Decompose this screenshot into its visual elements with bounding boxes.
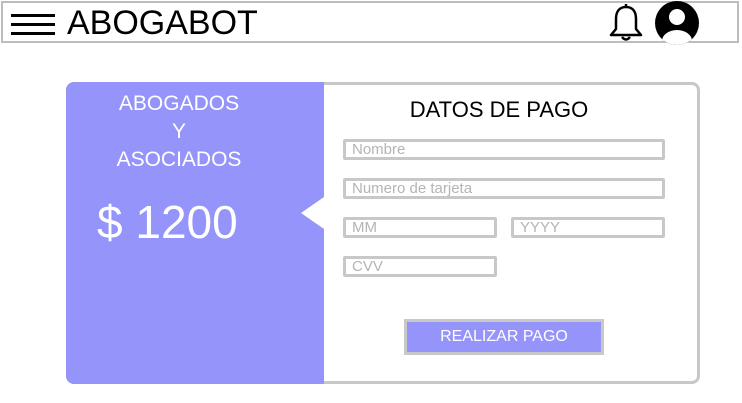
submit-payment-button[interactable]: REALIZAR PAGO [404, 319, 604, 355]
cvv-input[interactable] [343, 256, 497, 277]
price-amount: $ 1200 [97, 196, 238, 248]
expiry-month-input[interactable] [343, 217, 497, 238]
card-number-input[interactable] [343, 178, 665, 199]
app-title: ABOGABOT [67, 4, 258, 42]
firm-name: ABOGADOS Y ASOCIADOS [116, 92, 242, 171]
name-input[interactable] [343, 139, 665, 160]
expiry-year-input[interactable] [511, 217, 665, 238]
panel-pointer-arrow [301, 197, 324, 229]
payment-form-title: DATOS DE PAGO [409, 97, 589, 122]
bell-icon[interactable] [606, 2, 646, 42]
user-avatar-icon[interactable] [654, 1, 700, 45]
hamburger-menu-icon[interactable] [11, 14, 55, 36]
